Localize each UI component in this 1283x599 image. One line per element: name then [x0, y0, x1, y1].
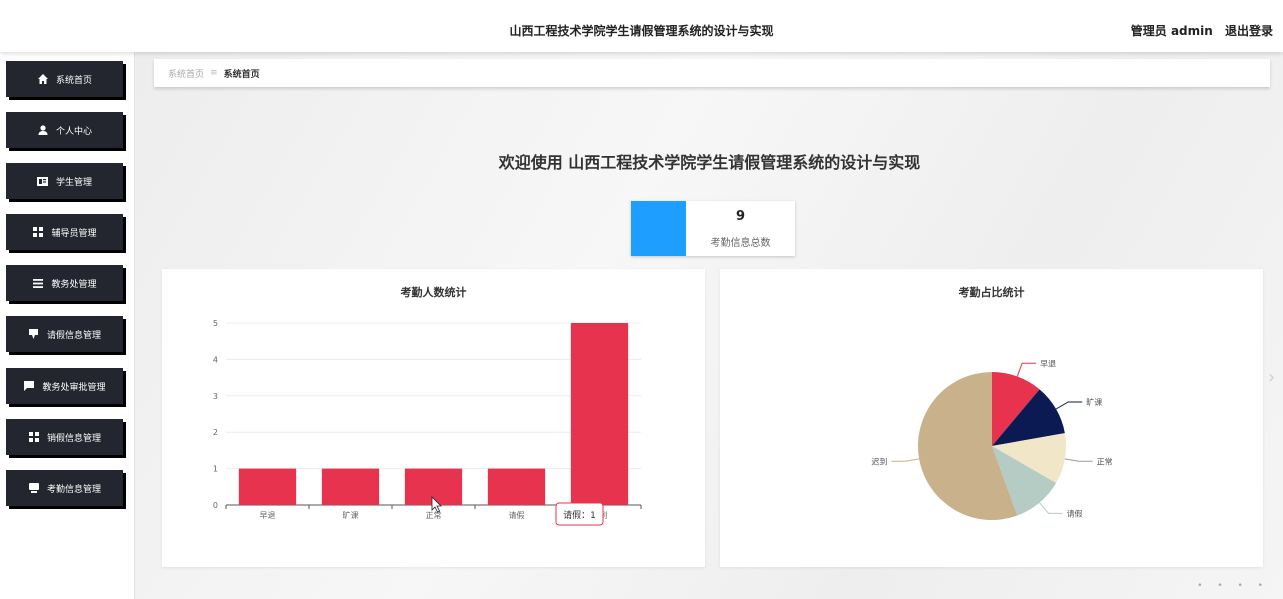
bar[interactable] [321, 468, 380, 505]
sidebar-item-label: 教务处管理 [51, 279, 97, 290]
pie-label-line [891, 458, 920, 462]
y-tick-label: 3 [213, 392, 218, 401]
main-content: 系统首页 ≡ 系统首页 欢迎使用 山西工程技术学院学生请假管理系统的设计与实现 … [136, 52, 1283, 599]
grid-icon [32, 227, 44, 237]
pie-label-line [1064, 458, 1093, 462]
sidebar-item-label: 销假信息管理 [46, 433, 101, 444]
x-tick-label: 正常 [426, 511, 442, 520]
y-tick-label: 1 [213, 465, 218, 474]
breadcrumb-home[interactable]: 系统首页 [168, 67, 204, 80]
message-icon [23, 381, 35, 391]
sidebar-item-leave-cancel[interactable]: 销假信息管理 [6, 419, 123, 455]
attendance-total-card: 9 考勤信息总数 [631, 201, 795, 256]
sidebar-item-profile[interactable]: 个人中心 [6, 112, 123, 148]
y-tick-label: 5 [213, 319, 218, 328]
x-tick-label: 旷课 [343, 510, 359, 520]
home-icon [37, 74, 49, 84]
bar-chart[interactable]: 012345早退旷课正常请假迟到请假：1 [162, 269, 705, 567]
list-icon [32, 278, 44, 288]
sidebar: 系统首页 个人中心 学生管理 辅导员管理 教务处管理 请假信息管理 教务处审批管… [0, 52, 135, 599]
bar[interactable] [238, 468, 297, 505]
sidebar-item-academic-office[interactable]: 教务处管理 [6, 265, 123, 301]
pie-slice-label: 早退 [1040, 359, 1056, 368]
bar-chart-card: 考勤人数统计 012345早退旷课正常请假迟到请假：1 [162, 269, 705, 567]
sidebar-item-label: 辅导员管理 [51, 228, 97, 239]
pie-chart[interactable]: 早退旷课正常请假 迟到 [720, 269, 1263, 567]
grid-icon [28, 432, 40, 442]
sidebar-item-label: 学生管理 [55, 177, 92, 188]
tooltip-text: 请假：1 [563, 509, 596, 521]
sidebar-item-attendance[interactable]: 考勤信息管理 [6, 470, 123, 506]
sidebar-item-counselors[interactable]: 辅导员管理 [6, 214, 123, 250]
welcome-heading: 欢迎使用 山西工程技术学院学生请假管理系统的设计与实现 [498, 153, 921, 172]
admin-user-label[interactable]: 管理员 admin [1131, 24, 1213, 38]
pie-label-line [1016, 362, 1037, 377]
sidebar-item-label: 教务处审批管理 [42, 382, 106, 393]
sidebar-item-label: 个人中心 [55, 126, 92, 137]
pie-slice-label: 旷课 [1086, 397, 1102, 407]
sidebar-item-home[interactable]: 系统首页 [6, 61, 123, 97]
user-icon [37, 125, 49, 135]
bar[interactable] [487, 468, 546, 505]
y-tick-label: 2 [213, 428, 218, 437]
breadcrumb: 系统首页 ≡ 系统首页 [154, 59, 1270, 87]
page-dots: • • • • [1197, 581, 1269, 591]
user-area: 管理员 admin 退出登录 [1123, 22, 1273, 39]
pie-slice-label: 请假 [1067, 508, 1083, 518]
app-title: 山西工程技术学院学生请假管理系统的设计与实现 [509, 24, 774, 38]
next-arrow-icon[interactable]: › [1268, 367, 1275, 388]
chart-tooltip: 请假：1 [555, 502, 604, 526]
sidebar-item-label: 考勤信息管理 [46, 484, 101, 495]
y-tick-label: 0 [213, 501, 218, 510]
id-card-icon [37, 176, 49, 186]
top-header: 山西工程技术学院学生请假管理系统的设计与实现 管理员 admin 退出登录 [0, 0, 1283, 52]
document-icon [28, 483, 40, 493]
stat-color-block [631, 201, 686, 256]
breadcrumb-separator: ≡ [210, 68, 218, 78]
stat-label: 考勤信息总数 [710, 238, 771, 249]
pie-slice-label: 正常 [1097, 457, 1113, 466]
clipboard-icon [28, 329, 40, 339]
sidebar-item-approval[interactable]: 教务处审批管理 [6, 368, 123, 404]
sidebar-item-label: 请假信息管理 [46, 330, 101, 341]
pie-chart-card: 考勤占比统计 早退 旷课 正常 请假 迟到 [720, 269, 1263, 567]
y-tick-label: 4 [213, 355, 218, 364]
pie-label-line [1039, 502, 1063, 514]
x-tick-label: 请假 [509, 510, 525, 520]
stat-value: 9 [735, 209, 746, 224]
pie-label-line [1055, 401, 1083, 410]
sidebar-item-label: 系统首页 [55, 75, 92, 86]
bar[interactable] [570, 323, 629, 505]
pie-slice-label: 迟到 [871, 457, 887, 466]
sidebar-item-leave-info[interactable]: 请假信息管理 [6, 316, 123, 352]
breadcrumb-current: 系统首页 [223, 69, 260, 80]
x-tick-label: 早退 [260, 511, 276, 520]
logout-link[interactable]: 退出登录 [1225, 24, 1273, 38]
sidebar-item-students[interactable]: 学生管理 [6, 163, 123, 199]
